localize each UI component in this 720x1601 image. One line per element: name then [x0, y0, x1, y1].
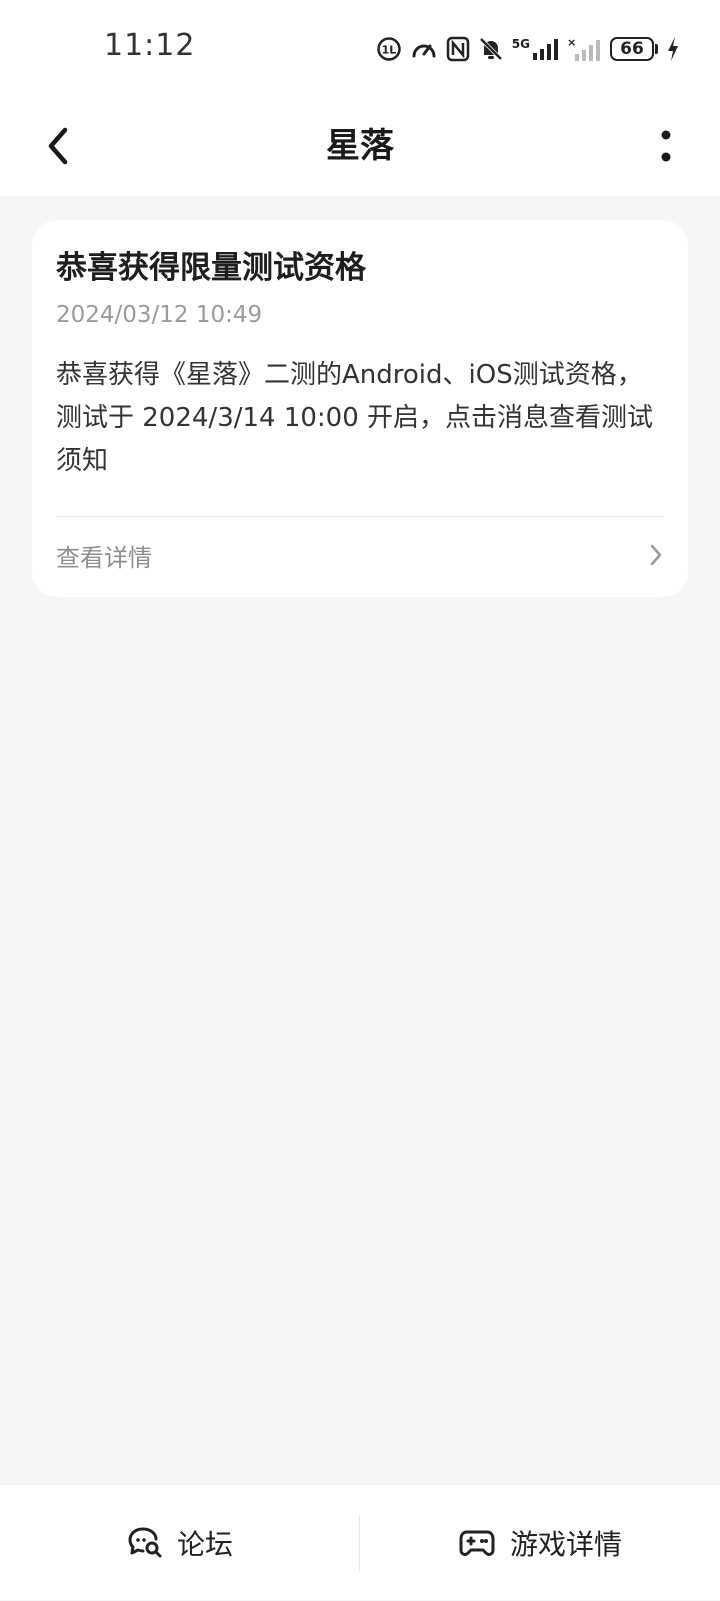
status-time: 11:12 — [104, 28, 196, 63]
more-vertical-icon — [661, 130, 671, 162]
network-label: 5G — [511, 37, 530, 51]
svg-text:×: × — [567, 36, 576, 49]
message-card[interactable]: 恭喜获得限量测试资格 2024/03/12 10:49 恭喜获得《星落》二测的A… — [32, 220, 688, 597]
bottom-bar: 论坛 游戏详情 — [0, 1484, 720, 1600]
battery-icon: 66 — [610, 37, 658, 61]
hd-call-icon: 1L — [376, 36, 402, 62]
game-details-label: 游戏详情 — [509, 1528, 622, 1561]
status-bar: 11:12 1L 5G × 66 — [0, 0, 720, 96]
nfc-icon — [446, 36, 470, 62]
message-timestamp: 2024/03/12 10:49 — [56, 302, 263, 328]
svg-text:1L: 1L — [381, 44, 396, 57]
more-button[interactable] — [648, 118, 684, 174]
forum-tab[interactable]: 论坛 — [0, 1485, 360, 1601]
chat-search-icon — [128, 1527, 162, 1558]
view-details-link[interactable]: 查看详情 — [56, 520, 664, 590]
nav-bar: 星落 — [0, 96, 720, 196]
charging-icon — [666, 36, 680, 62]
view-details-label: 查看详情 — [56, 543, 152, 572]
chevron-right-icon — [650, 544, 662, 566]
battery-level: 66 — [610, 37, 654, 61]
signal-5g-icon: 5G — [512, 37, 558, 61]
status-icons: 1L 5G × 66 — [376, 32, 680, 66]
gamepad-icon — [459, 1530, 495, 1556]
card-divider — [56, 516, 664, 517]
forum-label: 论坛 — [176, 1528, 233, 1561]
message-title: 恭喜获得限量测试资格 — [56, 250, 366, 286]
signal-nosim-icon: × — [566, 36, 602, 62]
game-details-tab[interactable]: 游戏详情 — [360, 1485, 720, 1601]
page-title: 星落 — [326, 126, 394, 166]
bell-off-icon — [478, 36, 504, 62]
message-body: 恭喜获得《星落》二测的Android、iOS测试资格，测试于 2024/3/14… — [56, 360, 654, 476]
speedometer-icon — [410, 36, 438, 62]
